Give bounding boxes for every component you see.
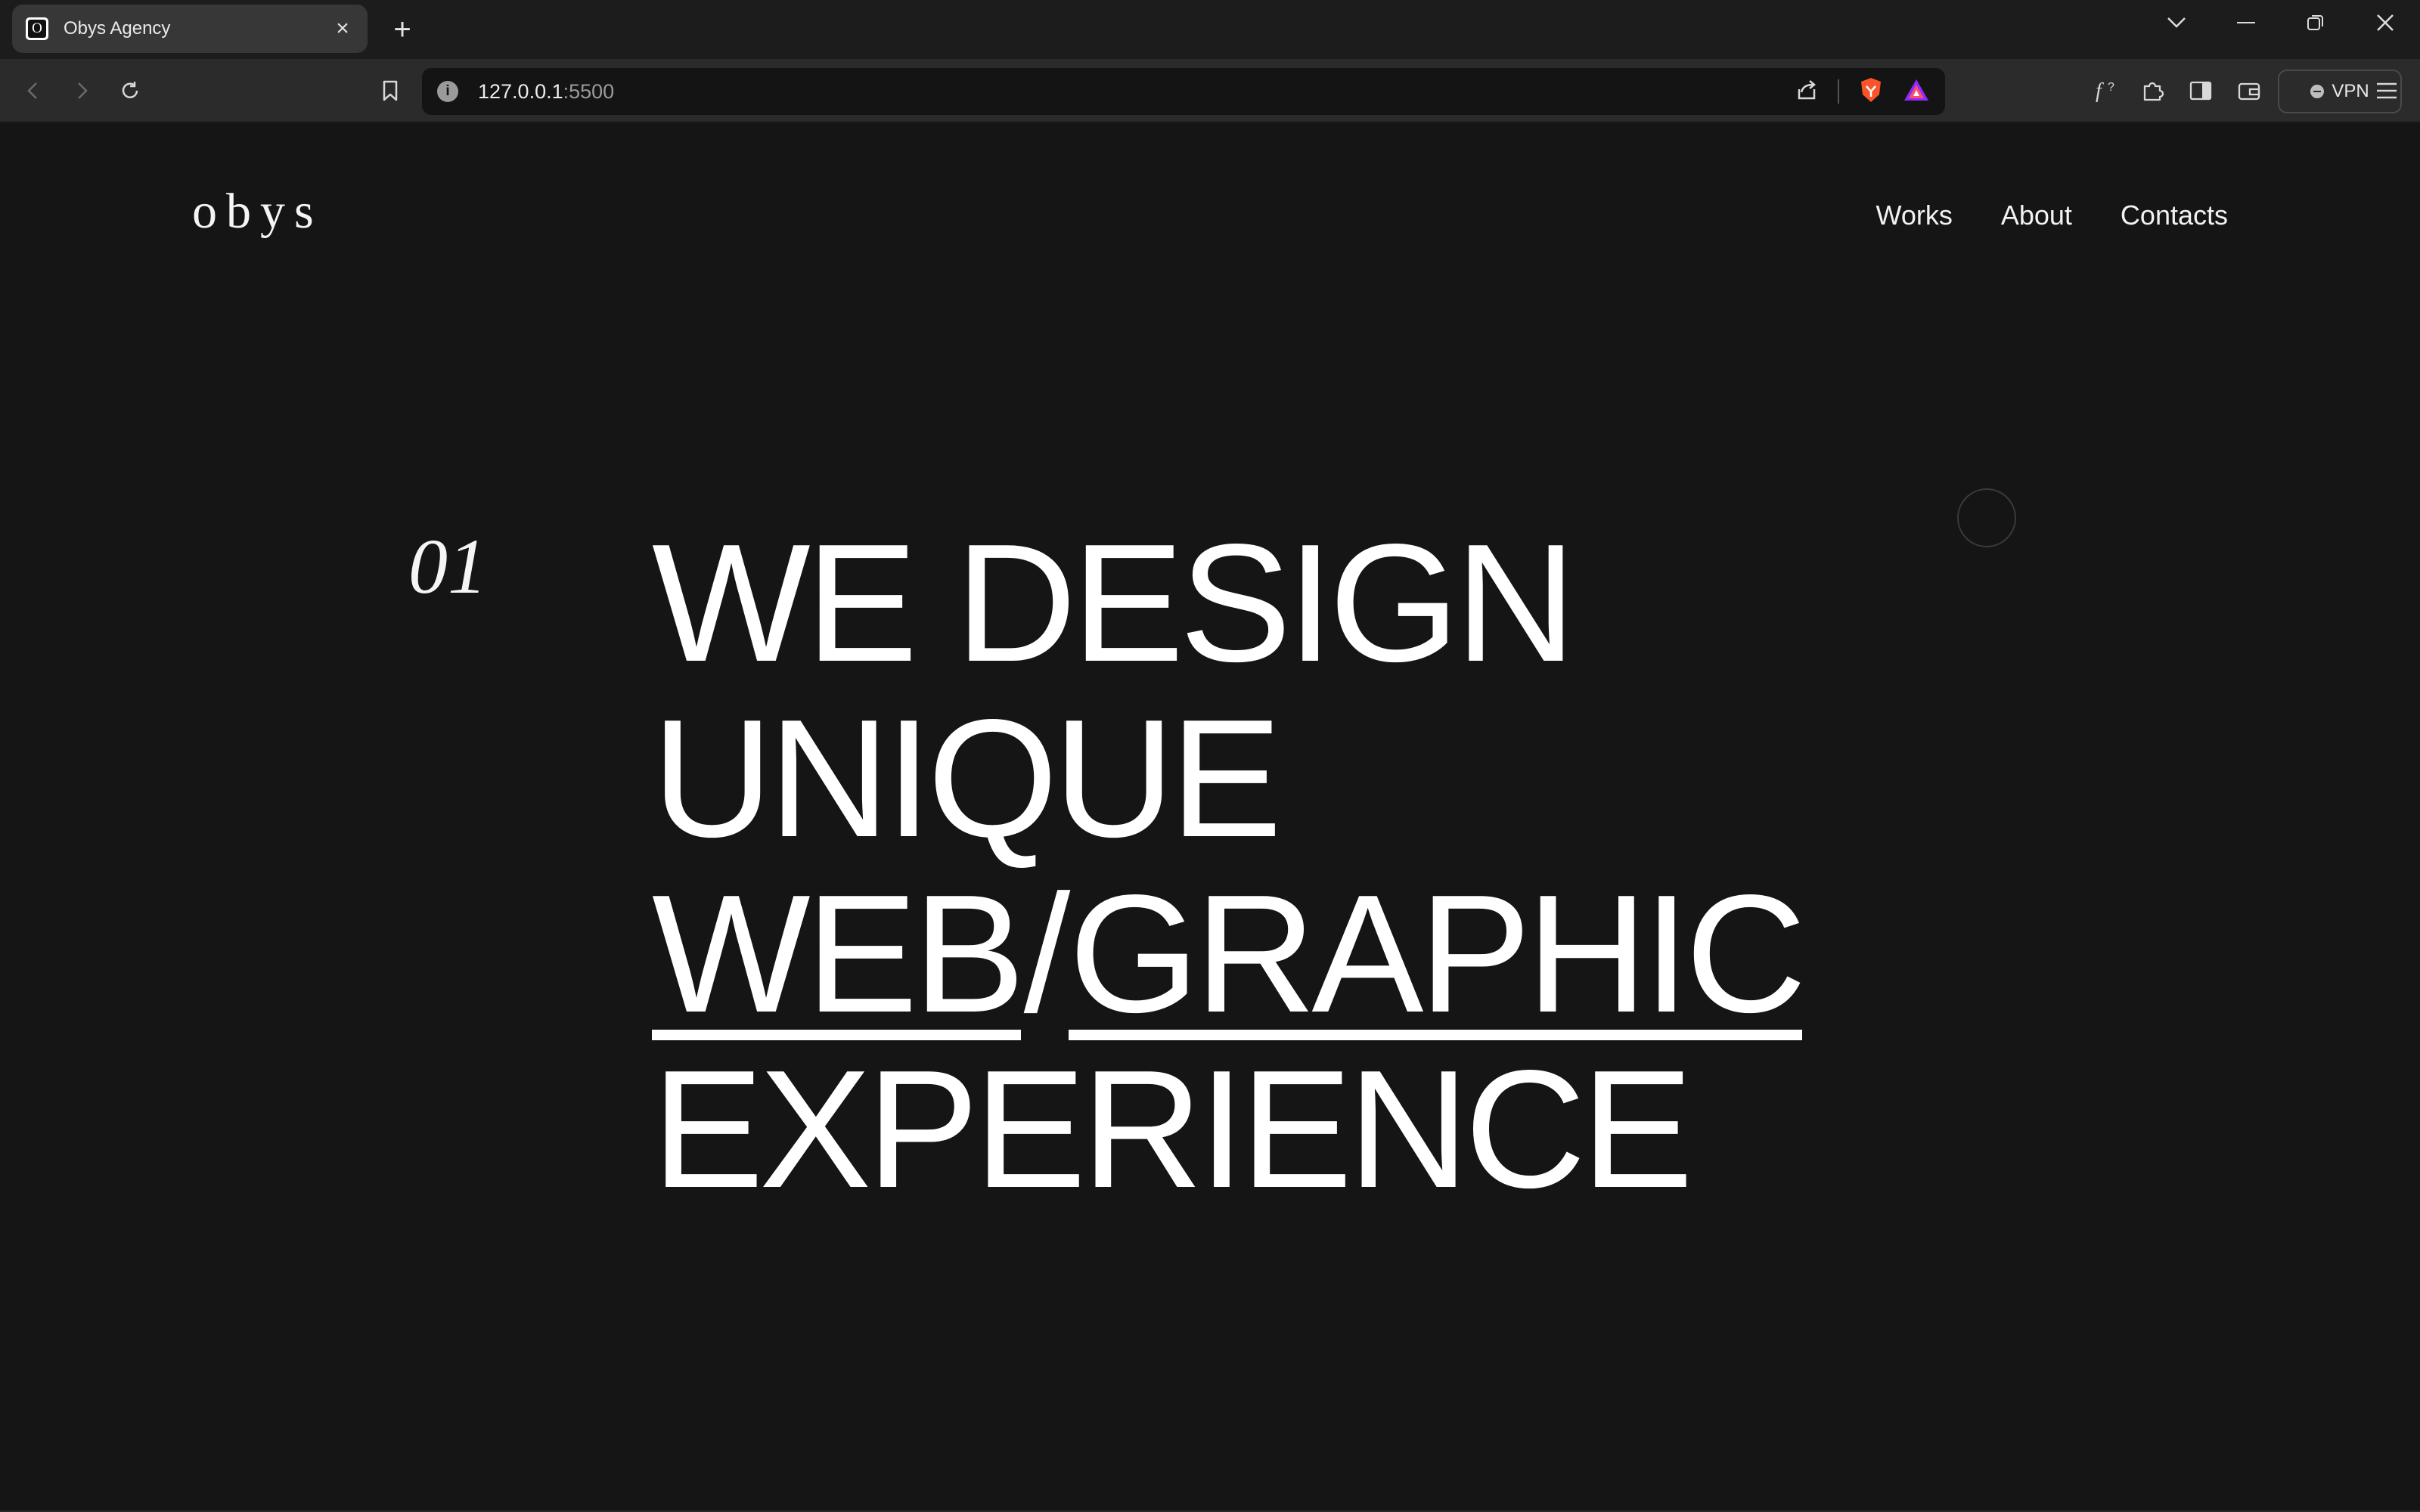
extensions-icon[interactable] (2134, 73, 2170, 109)
main-nav: Works About Contacts (1876, 200, 2229, 231)
hero-section-number: 01 (408, 523, 487, 610)
hero-word-graphic: GRAPHIC (1069, 860, 1807, 1048)
share-icon[interactable] (1795, 79, 1818, 105)
tab-favicon-icon: O (26, 17, 48, 40)
tab-search-chevron-icon[interactable] (2154, 8, 2199, 38)
browser-toolbar: i 127.0.0.1:5500 f? VPN (0, 59, 2420, 122)
reload-icon[interactable] (112, 73, 148, 109)
favicon-letter: O (28, 20, 46, 38)
browser-tab-active[interactable]: O Obys Agency × (12, 5, 368, 53)
vpn-label: VPN (2332, 81, 2369, 101)
forward-arrow-icon[interactable] (64, 73, 100, 109)
hero-line-1: WE DESIGN (652, 510, 1576, 697)
nav-about-link[interactable]: About (2001, 200, 2072, 231)
sidebar-icon[interactable] (2183, 73, 2219, 109)
hero-slash: / (1023, 860, 1071, 1048)
svg-text:f: f (2096, 79, 2104, 103)
tab-title: Obys Agency (64, 18, 171, 39)
brave-rewards-icon[interactable] (1903, 78, 1930, 106)
hero-word-web: WEB (652, 860, 1025, 1048)
tab-close-icon[interactable]: × (331, 16, 354, 42)
browser-tab-strip: O Obys Agency × + (0, 0, 2420, 59)
new-tab-button[interactable]: + (387, 11, 417, 48)
minimize-icon[interactable] (2223, 8, 2269, 38)
brave-shields-icon[interactable] (1859, 76, 1883, 107)
bookmark-icon[interactable] (372, 73, 408, 109)
vpn-status-icon (2310, 85, 2325, 98)
wallet-icon[interactable] (2231, 73, 2267, 109)
restore-icon[interactable] (2293, 8, 2338, 38)
hero-line-4: EXPERIENCE (652, 1036, 1693, 1223)
close-window-icon[interactable] (2363, 8, 2408, 38)
font-tool-icon[interactable]: f? (2089, 73, 2125, 109)
address-bar[interactable]: i 127.0.0.1:5500 (422, 68, 1945, 115)
site-info-icon[interactable]: i (437, 81, 458, 102)
svg-text:?: ? (2108, 81, 2114, 94)
menu-hamburger-icon[interactable] (2369, 73, 2405, 109)
nav-contacts-link[interactable]: Contacts (2121, 200, 2228, 231)
page-viewport: obys Works About Contacts 01 WE DESIGN U… (0, 122, 2420, 1512)
url-host: 127.0.0.1 (478, 79, 563, 103)
hero-line-2: UNIQUE (652, 685, 1282, 872)
hero-line-3: WEB/GRAPHIC (652, 860, 1807, 1048)
custom-cursor-circle (1957, 488, 2016, 547)
url-port: :5500 (563, 79, 615, 103)
nav-works-link[interactable]: Works (1876, 200, 1953, 231)
site-logo[interactable]: obys (192, 187, 323, 237)
url-divider (1838, 79, 1839, 104)
back-arrow-icon[interactable] (15, 73, 51, 109)
hero-heading: WE DESIGN UNIQUE WEB/GRAPHIC EXPERIENCE (652, 510, 1807, 1223)
